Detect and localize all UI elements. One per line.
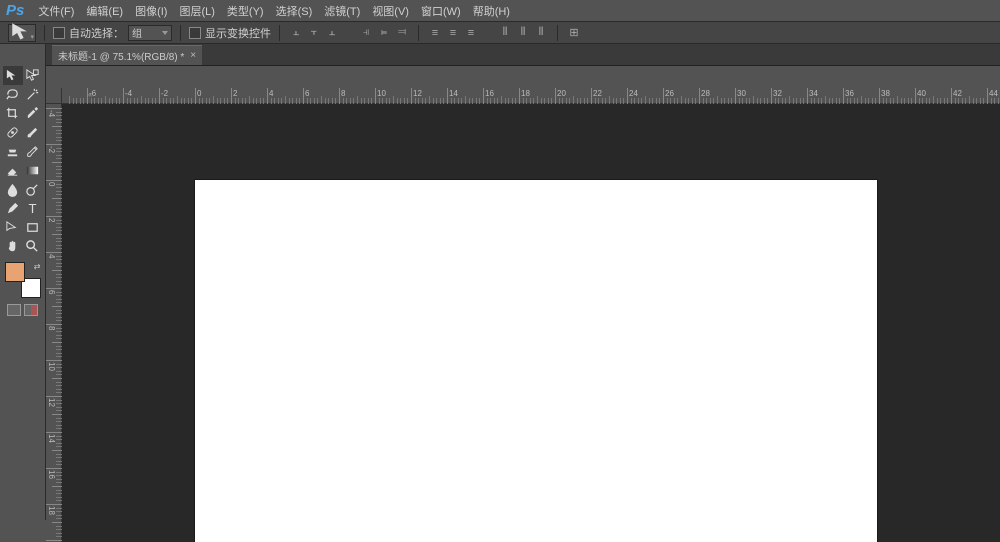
history-brush-tool[interactable] <box>23 142 43 161</box>
eyedropper-tool[interactable] <box>23 104 43 123</box>
stamp-icon <box>5 144 20 159</box>
align-right-icon[interactable]: ⫤ <box>394 25 410 41</box>
zoom-icon <box>25 239 40 254</box>
toolbox: T ⇄ <box>0 44 46 520</box>
show-transform-label: 显示变换控件 <box>205 25 271 41</box>
menu-图像(I)[interactable]: 图像(I) <box>129 0 173 22</box>
distribute-vcenter-icon[interactable]: ≡ <box>445 25 461 41</box>
horizontal-ruler[interactable]: -6-4-20246810121416182022242628303234363… <box>62 88 1000 104</box>
auto-align-icon[interactable]: ⊞ <box>566 25 582 41</box>
history-icon <box>25 144 40 159</box>
gradient-tool[interactable] <box>23 161 43 180</box>
menubar: Ps 文件(F)编辑(E)图像(I)图层(L)类型(Y)选择(S)滤镜(T)视图… <box>0 0 1000 22</box>
options-bar: ▾ 自动选择： 组 显示变换控件 ⫠ ⫟ ⫠ ⫣ ⫢ ⫤ ≡ ≡ ≡ ⦀ ⦀ ⦀… <box>0 22 1000 44</box>
align-left-group: ⫣ ⫢ ⫤ <box>358 25 410 41</box>
canvas[interactable] <box>195 180 877 542</box>
document-tab-bar: 未标题-1 @ 75.1%(RGB/8) * × <box>46 44 1000 66</box>
brush-icon <box>25 125 40 140</box>
blur-tool[interactable] <box>3 180 23 199</box>
move-icon <box>5 68 20 83</box>
align-top-group: ⫠ ⫟ ⫠ <box>288 25 340 41</box>
ruler-origin[interactable] <box>46 88 62 104</box>
distribute-v-group: ≡ ≡ ≡ <box>427 25 479 41</box>
dodge-icon <box>25 182 40 197</box>
crop-tool[interactable] <box>3 104 23 123</box>
foreground-color-swatch[interactable] <box>5 262 25 282</box>
menu-图层(L)[interactable]: 图层(L) <box>173 0 220 22</box>
pen-icon <box>5 201 20 216</box>
clone-stamp-tool[interactable] <box>3 142 23 161</box>
text-icon: T <box>25 201 40 216</box>
active-tool-indicator[interactable]: ▾ <box>8 24 36 42</box>
distribute-bottom-icon[interactable]: ≡ <box>463 25 479 41</box>
artboard-tool[interactable] <box>23 66 43 85</box>
quick-mask-mode-icon[interactable] <box>24 304 38 316</box>
type-tool[interactable]: T <box>23 199 43 218</box>
lasso-icon <box>5 87 20 102</box>
menu-窗口(W)[interactable]: 窗口(W) <box>415 0 467 22</box>
distribute-top-icon[interactable]: ≡ <box>427 25 443 41</box>
align-vcenter-icon[interactable]: ⫟ <box>306 25 322 41</box>
close-tab-icon[interactable]: × <box>190 50 196 61</box>
vertical-ruler[interactable]: -4-2024681012141618202224 <box>46 104 62 542</box>
pen-tool[interactable] <box>3 199 23 218</box>
spot-heal-tool[interactable] <box>3 123 23 142</box>
layer-group-select[interactable]: 组 <box>128 25 172 41</box>
distribute-hcenter-icon[interactable]: ⦀ <box>515 25 531 41</box>
document-area: -6-4-20246810121416182022242628303234363… <box>46 88 1000 542</box>
hand-tool[interactable] <box>3 237 23 256</box>
align-left-icon[interactable]: ⫣ <box>358 25 374 41</box>
expand-panels-icon[interactable]: « <box>88 90 96 98</box>
rectangle-tool[interactable] <box>23 218 43 237</box>
color-swatches: ⇄ <box>5 262 41 298</box>
svg-text:T: T <box>28 201 36 216</box>
distribute-left-icon[interactable]: ⦀ <box>497 25 513 41</box>
menu-类型(Y)[interactable]: 类型(Y) <box>221 0 270 22</box>
auto-select-label: 自动选择： <box>69 25 124 41</box>
gradient-icon <box>25 163 40 178</box>
menu-选择(S)[interactable]: 选择(S) <box>270 0 319 22</box>
canvas-viewport[interactable] <box>62 104 1000 542</box>
show-transform-checkbox[interactable] <box>189 27 201 39</box>
menu-帮助(H)[interactable]: 帮助(H) <box>467 0 516 22</box>
align-top-edges-icon[interactable]: ⫠ <box>288 25 304 41</box>
app-logo: Ps <box>4 2 32 19</box>
brush-tool[interactable] <box>23 123 43 142</box>
crop-icon <box>5 106 20 121</box>
swap-colors-icon[interactable]: ⇄ <box>34 262 41 271</box>
auto-select-checkbox[interactable] <box>53 27 65 39</box>
wand-icon <box>25 87 40 102</box>
artboard-icon <box>25 68 40 83</box>
shape-icon <box>25 220 40 235</box>
distribute-right-icon[interactable]: ⦀ <box>533 25 549 41</box>
hand-icon <box>5 239 20 254</box>
blur-icon <box>5 182 20 197</box>
eraser-icon <box>5 163 20 178</box>
document-tab[interactable]: 未标题-1 @ 75.1%(RGB/8) * × <box>52 45 202 65</box>
dodge-tool[interactable] <box>23 180 43 199</box>
menu-视图(V)[interactable]: 视图(V) <box>366 0 415 22</box>
lasso-tool[interactable] <box>3 85 23 104</box>
path-select-tool[interactable] <box>3 218 23 237</box>
move-tool[interactable] <box>3 66 23 85</box>
edit-standard-mode-icon[interactable] <box>7 304 21 316</box>
distribute-h-group: ⦀ ⦀ ⦀ <box>497 25 549 41</box>
magic-wand-tool[interactable] <box>23 85 43 104</box>
align-hcenter-icon[interactable]: ⫢ <box>376 25 392 41</box>
menu-文件(F)[interactable]: 文件(F) <box>32 0 80 22</box>
eraser-tool[interactable] <box>3 161 23 180</box>
document-tab-title: 未标题-1 @ 75.1%(RGB/8) * <box>58 48 184 63</box>
align-bottom-icon[interactable]: ⫠ <box>324 25 340 41</box>
eyedrop-icon <box>25 106 40 121</box>
heal-icon <box>5 125 20 140</box>
menu-滤镜(T)[interactable]: 滤镜(T) <box>318 0 366 22</box>
menu-编辑(E)[interactable]: 编辑(E) <box>80 0 129 22</box>
zoom-tool[interactable] <box>23 237 43 256</box>
path-icon <box>5 220 20 235</box>
